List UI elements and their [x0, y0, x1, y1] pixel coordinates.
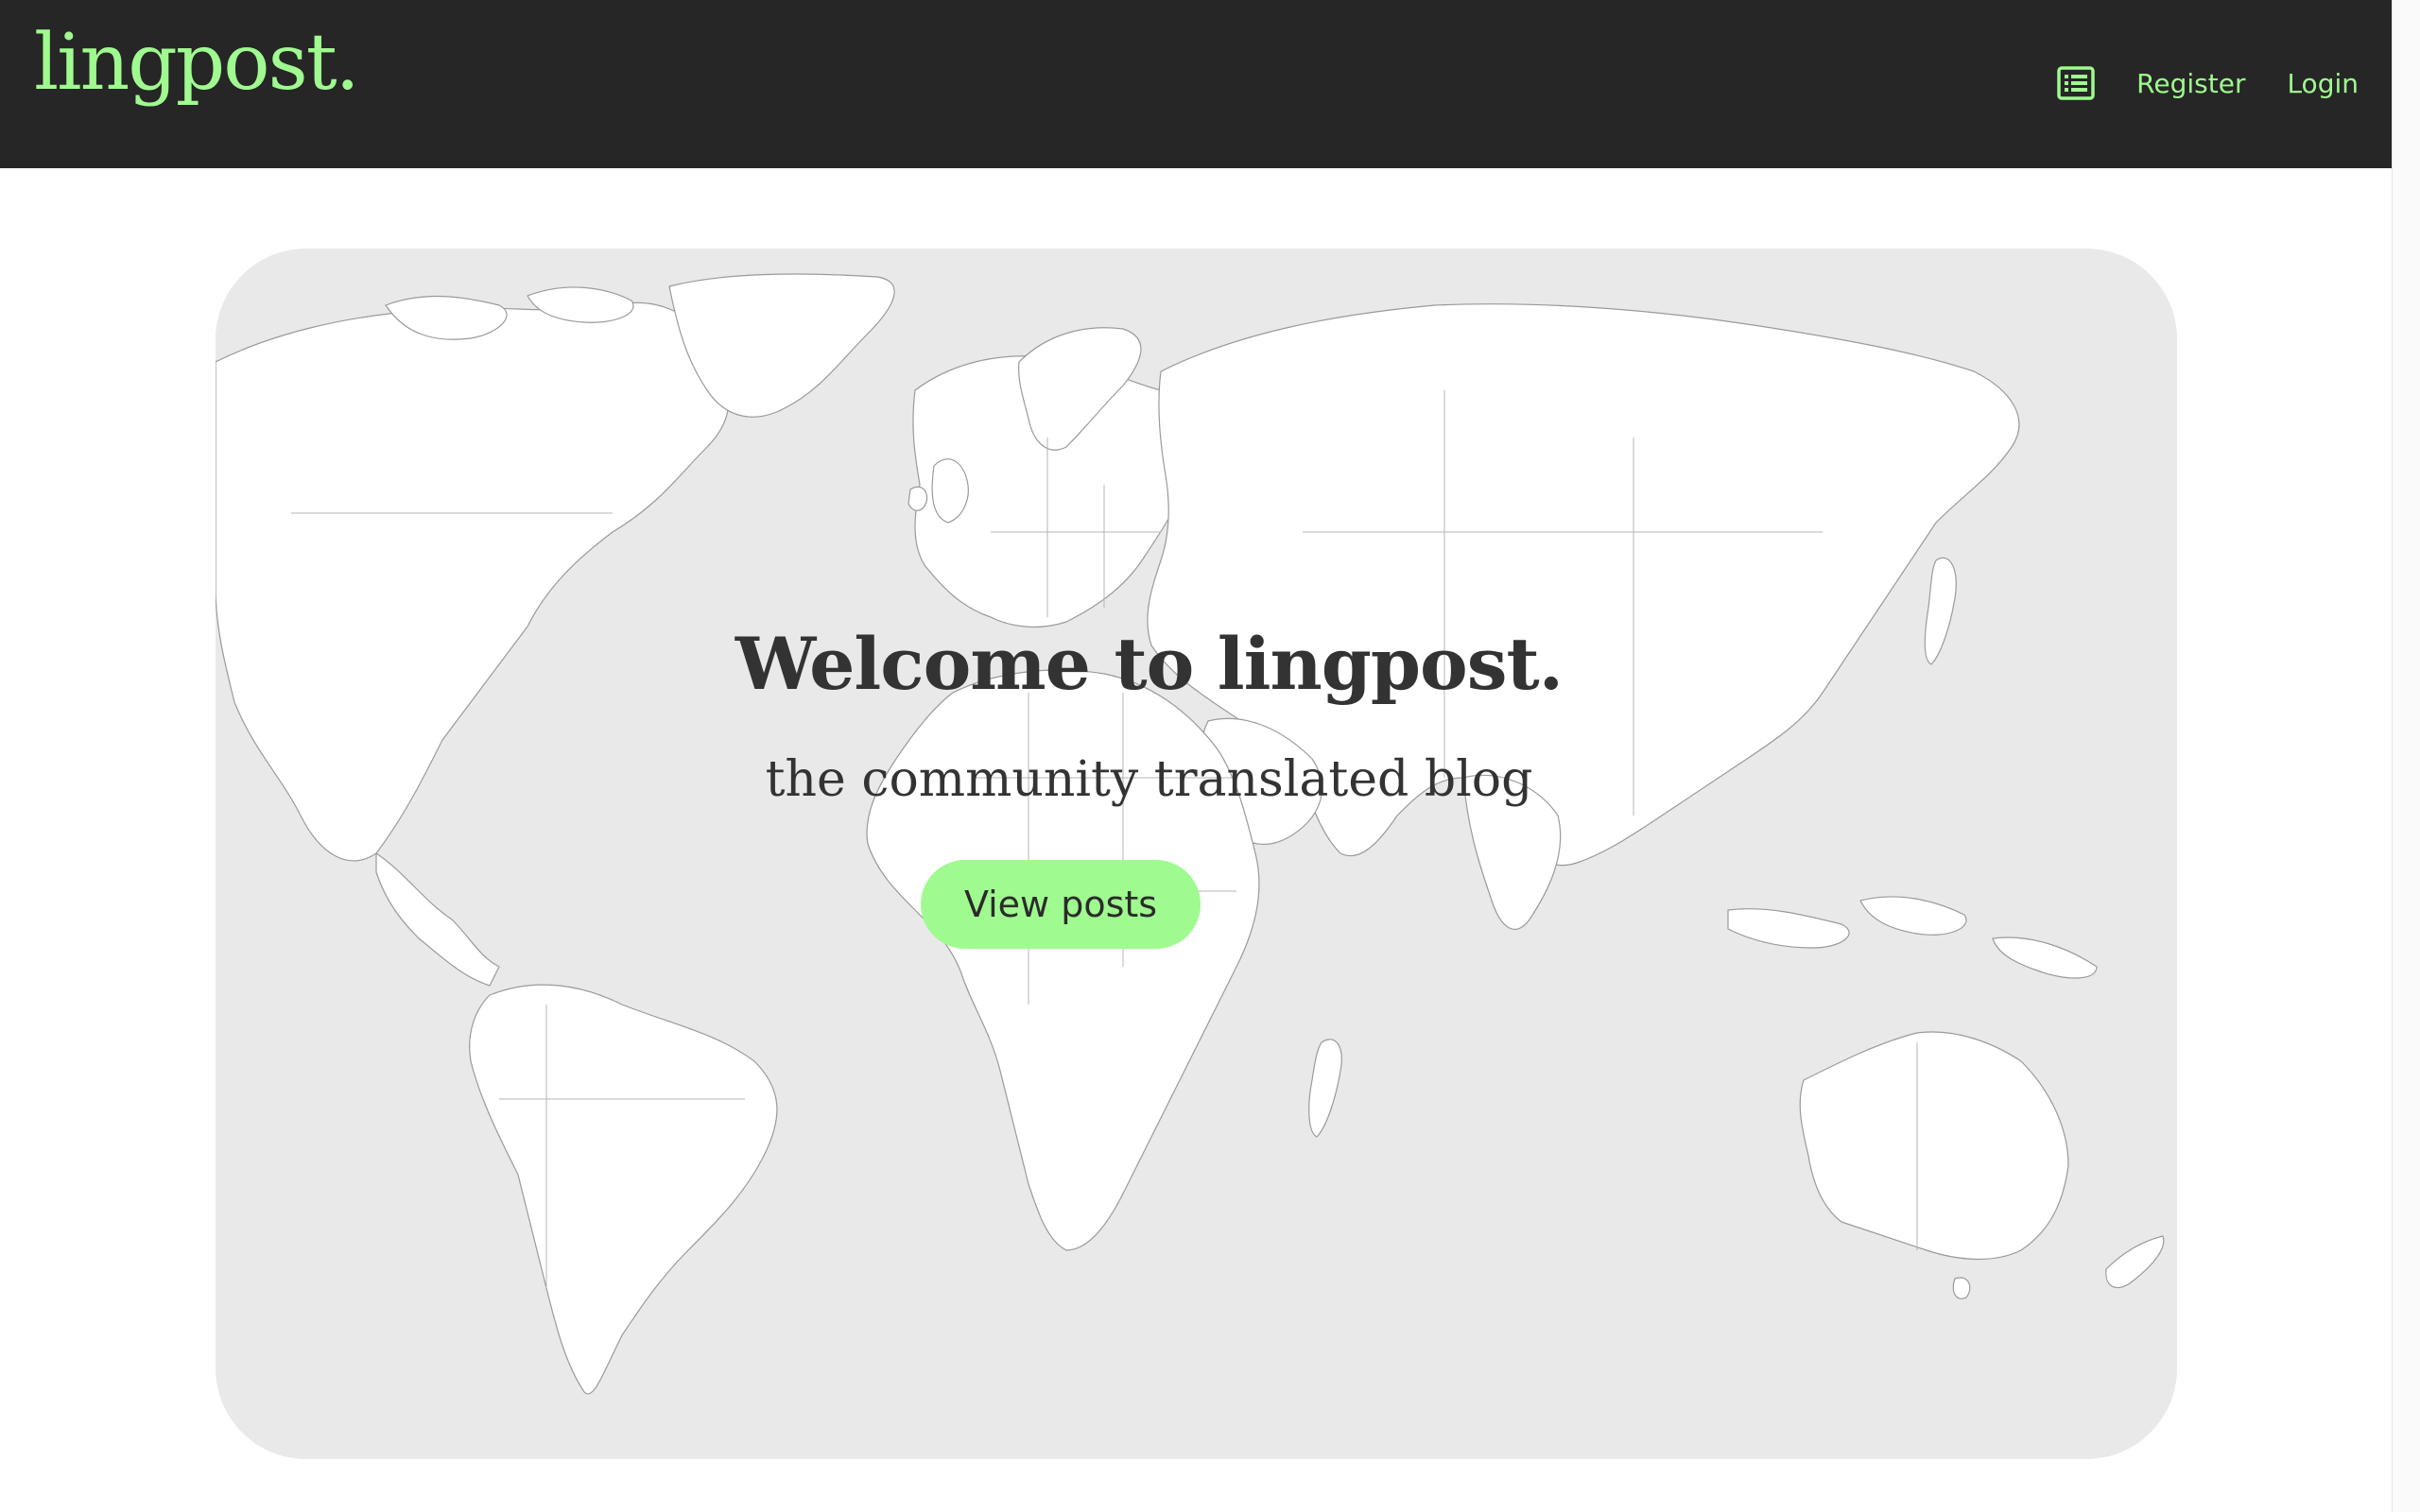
logo[interactable]: lingpost.	[34, 25, 360, 102]
hero-subtitle: the community translated blog	[765, 751, 1533, 808]
hero-banner: Welcome to lingpost. the community trans…	[216, 249, 2177, 1459]
hero-title: Welcome to lingpost.	[735, 622, 1564, 706]
view-posts-button[interactable]: View posts	[921, 860, 1201, 949]
top-navbar: lingpost. Register Login	[0, 0, 2393, 168]
nav-links: Register Login	[2057, 55, 2359, 112]
scrollbar[interactable]	[2392, 0, 2420, 1512]
login-link[interactable]: Login	[2287, 68, 2359, 99]
world-map-image	[216, 273, 2165, 1395]
register-link[interactable]: Register	[2136, 68, 2245, 99]
list-icon[interactable]	[2057, 64, 2095, 102]
